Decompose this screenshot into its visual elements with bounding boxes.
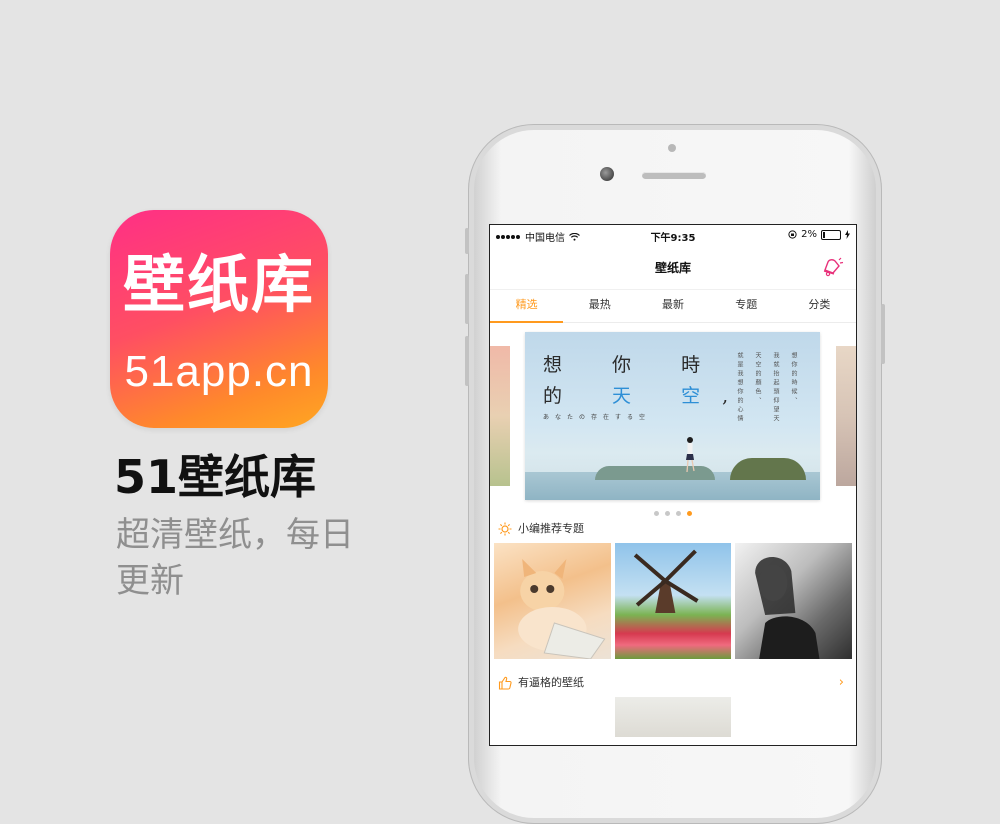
battery-percent: 2% — [801, 229, 817, 240]
banner-poem: 想 你 時 的 天 空, — [543, 350, 750, 412]
banner-carousel[interactable]: 想 你 時 的 天 空, あなたの存在する空 想你的時候、 我就抬起頭仰望天 天… — [490, 323, 856, 500]
banner-vertical-4: 就是我想你的心情 — [736, 352, 743, 424]
featured-topics-grid — [490, 543, 856, 659]
nav-title: 壁纸库 — [654, 261, 691, 275]
section-divider — [490, 659, 856, 669]
windmill-illustration — [633, 549, 699, 613]
wallpaper-thumb[interactable] — [494, 697, 611, 737]
banner-current-card[interactable]: 想 你 時 的 天 空, あなたの存在する空 想你的時候、 我就抬起頭仰望天 天… — [525, 332, 820, 500]
tab-categories[interactable]: 分类 — [783, 290, 856, 322]
topic-thumb-portrait[interactable] — [735, 543, 853, 659]
cool-wallpapers-grid — [490, 697, 856, 737]
topic-thumb-windmill[interactable] — [614, 543, 732, 659]
phone-frame: 中国电信 下午9:35 2% 壁纸库 精选 最热 最新 专题 分类 想 你 時 … — [465, 124, 885, 824]
mute-switch — [465, 228, 469, 254]
volume-up-button — [465, 274, 469, 324]
status-bar: 中国电信 下午9:35 2% — [490, 225, 856, 245]
phone-screen: 中国电信 下午9:35 2% 壁纸库 精选 最热 最新 专题 分类 想 你 時 … — [489, 224, 857, 746]
thumbs-up-icon — [498, 676, 512, 690]
tab-hottest[interactable]: 最热 — [563, 290, 636, 322]
front-camera — [600, 167, 614, 181]
section-cool-title: 有逼格的壁纸 — [518, 676, 584, 689]
proximity-sensor — [668, 144, 676, 152]
topic-thumb-kitten[interactable] — [494, 543, 611, 659]
orientation-lock-icon — [788, 230, 797, 239]
app-icon: 壁纸库 51app.cn — [110, 210, 328, 428]
banner-prev-card[interactable] — [490, 346, 510, 486]
wallpaper-thumb[interactable] — [735, 697, 853, 737]
wallpaper-thumb[interactable] — [614, 697, 732, 737]
banner-hill-left — [595, 466, 715, 480]
banner-hill-right — [730, 458, 806, 480]
earpiece-speaker — [642, 172, 706, 179]
banner-line-2: 的 天 空, — [543, 385, 751, 407]
sun-icon — [498, 522, 512, 536]
volume-down-button — [465, 336, 469, 386]
banner-pager — [490, 499, 856, 516]
banner-girl-figure — [686, 437, 695, 473]
battery-icon — [821, 229, 841, 240]
power-button — [881, 304, 885, 364]
promo-description: 超清壁纸，每日更新 — [116, 515, 354, 601]
banner-vertical-2: 我就抬起頭仰望天 — [772, 352, 779, 424]
tab-newest[interactable]: 最新 — [636, 290, 709, 322]
section-featured-topics: 小编推荐专题 — [490, 515, 856, 543]
tab-bar: 精选 最热 最新 专题 分类 — [490, 290, 856, 323]
tab-topics[interactable]: 专题 — [710, 290, 783, 322]
banner-vertical-3: 天空的顏色、 — [754, 352, 761, 406]
banner-line-1: 想 你 時 — [543, 354, 723, 376]
promo-title: 51壁纸库 — [114, 450, 317, 504]
section-cool-wallpapers[interactable]: 有逼格的壁纸 › — [490, 669, 856, 697]
app-icon-name: 壁纸库 — [122, 248, 315, 321]
banner-subtitle: あなたの存在する空 — [543, 414, 652, 421]
portrait-illustration — [755, 556, 820, 659]
charging-icon — [845, 230, 850, 239]
tab-featured[interactable]: 精选 — [490, 290, 564, 323]
kitten-illustration — [518, 559, 606, 659]
section-featured-title: 小编推荐专题 — [518, 522, 584, 535]
navigation-bar: 壁纸库 — [490, 245, 856, 290]
bell-icon[interactable] — [820, 256, 844, 278]
chevron-right-icon[interactable]: › — [839, 669, 844, 697]
app-icon-domain: 51app.cn — [124, 347, 314, 396]
banner-vertical-1: 想你的時候、 — [790, 352, 797, 406]
banner-next-card[interactable] — [836, 346, 856, 486]
